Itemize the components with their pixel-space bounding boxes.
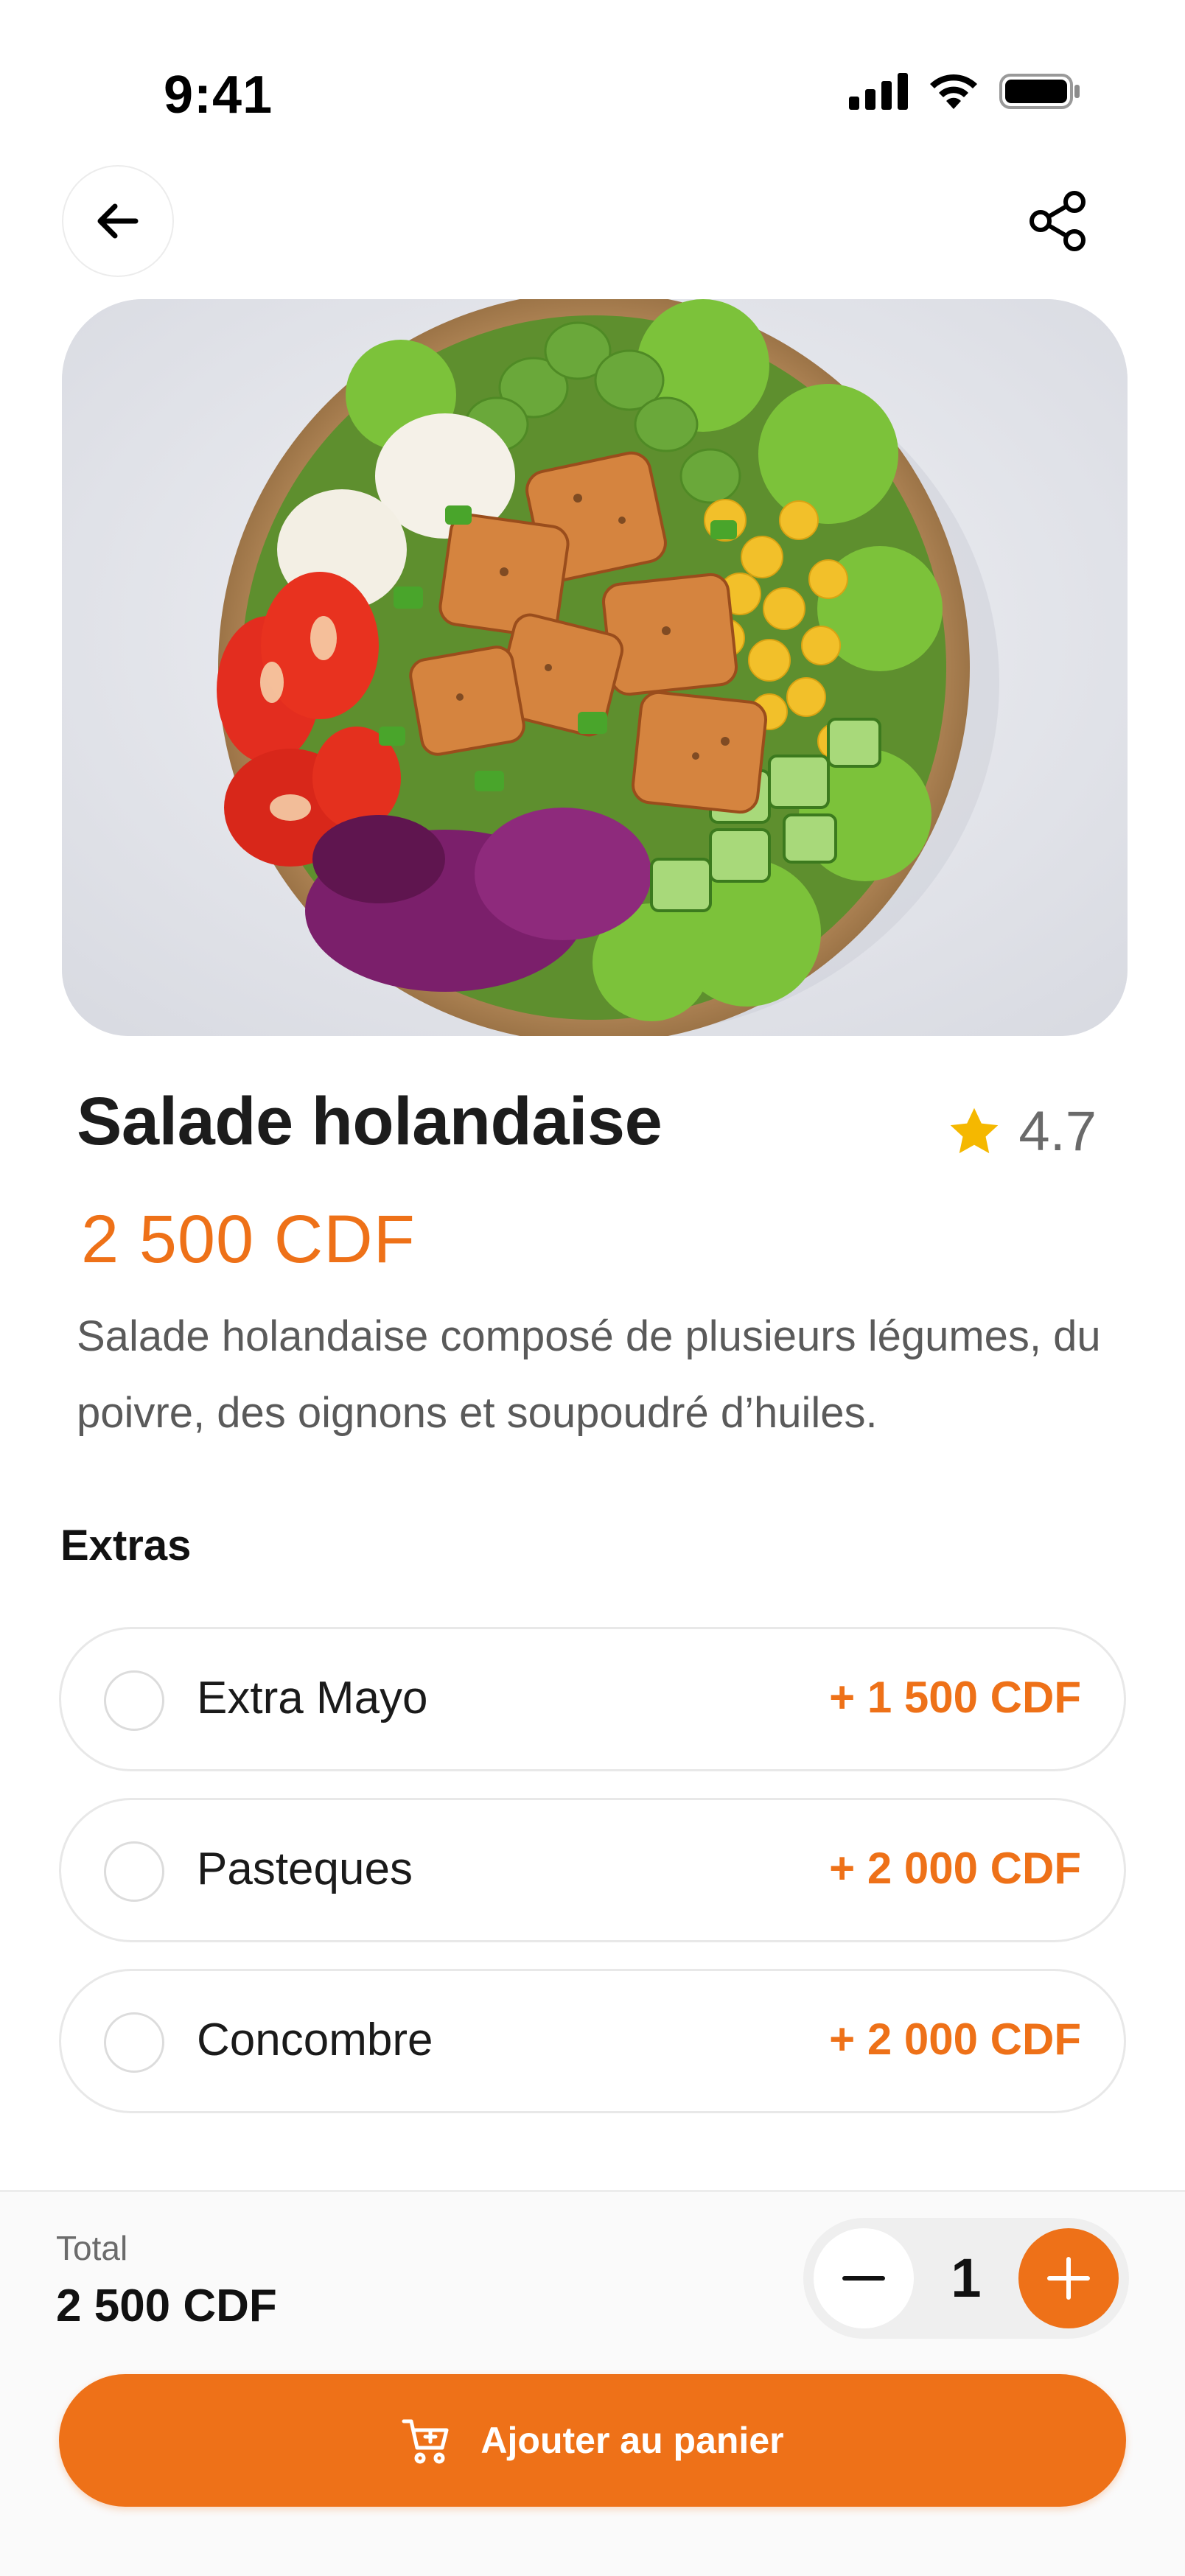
- increase-quantity-button[interactable]: [1018, 2228, 1119, 2328]
- rating-value: 4.7: [1018, 1100, 1097, 1163]
- quantity-stepper: 1: [803, 2218, 1129, 2339]
- status-time: 9:41: [164, 66, 273, 125]
- extra-radio[interactable]: [104, 1841, 164, 1902]
- status-icons: [849, 72, 1082, 111]
- extra-name: Extra Mayo: [197, 1673, 428, 1723]
- share-button[interactable]: [1020, 183, 1097, 259]
- product-price: 2 500 CDF: [81, 1202, 416, 1277]
- extra-radio[interactable]: [104, 2012, 164, 2073]
- minus-icon: [842, 2276, 885, 2281]
- wifi-icon: [930, 74, 977, 109]
- cart-add-icon: [402, 2419, 449, 2464]
- extras-heading: Extras: [60, 1522, 192, 1569]
- extra-radio[interactable]: [104, 1670, 164, 1731]
- status-bar: 9:41: [0, 0, 1185, 147]
- cellular-signal-icon: [849, 73, 908, 110]
- extra-option-pasteques[interactable]: Pasteques + 2 000 CDF: [59, 1798, 1126, 1942]
- product-image: [62, 299, 1128, 1036]
- add-to-cart-button[interactable]: Ajouter au panier: [59, 2374, 1126, 2507]
- extra-name: Concombre: [197, 2015, 433, 2065]
- rating: 4.7: [946, 1099, 1097, 1163]
- extra-price: + 2 000 CDF: [829, 1844, 1081, 1893]
- plus-icon: [1047, 2257, 1090, 2300]
- extra-option-concombre[interactable]: Concombre + 2 000 CDF: [59, 1969, 1126, 2113]
- total-value: 2 500 CDF: [56, 2281, 277, 2331]
- battery-icon: [999, 74, 1080, 109]
- back-arrow-icon: [97, 203, 139, 239]
- share-icon: [1030, 191, 1086, 251]
- extra-price: + 1 500 CDF: [829, 1673, 1081, 1722]
- star-icon: [951, 1107, 999, 1153]
- extra-name: Pasteques: [197, 1844, 413, 1894]
- add-to-cart-label: Ajouter au panier: [480, 2420, 784, 2461]
- product-title: Salade holandaise: [77, 1084, 663, 1159]
- total-label: Total: [56, 2229, 128, 2267]
- decrease-quantity-button[interactable]: [814, 2228, 914, 2328]
- extra-option-extra-mayo[interactable]: Extra Mayo + 1 500 CDF: [59, 1627, 1126, 1771]
- back-button[interactable]: [62, 165, 174, 277]
- quantity-value: 1: [951, 2247, 982, 2309]
- extra-price: + 2 000 CDF: [829, 2015, 1081, 2064]
- product-description: Salade holandaise composé de plusieurs l…: [77, 1312, 1101, 1437]
